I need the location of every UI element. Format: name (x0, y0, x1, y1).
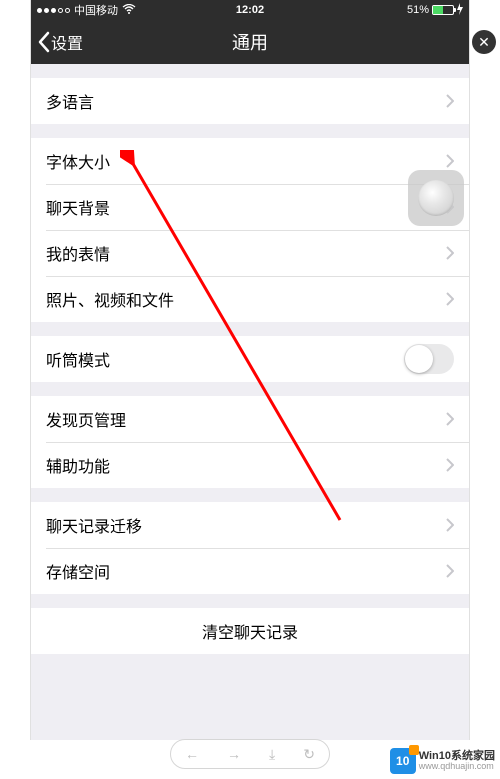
item-media[interactable]: 照片、视频和文件 (31, 276, 469, 322)
carrier-label: 中国移动 (74, 2, 118, 18)
watermark: 10 Win10系统家园 www.qdhuajin.com (390, 748, 495, 774)
item-label: 多语言 (46, 89, 446, 113)
wifi-icon (122, 4, 136, 17)
item-label: 辅助功能 (46, 453, 446, 477)
refresh-button[interactable]: ↻ (303, 746, 315, 763)
next-button[interactable]: → (227, 746, 241, 762)
page-title: 通用 (232, 29, 268, 55)
item-label: 发现页管理 (46, 407, 446, 431)
battery-icon (432, 5, 454, 15)
chevron-right-icon (446, 154, 454, 168)
nav-bar: 设置 通用 (31, 20, 469, 64)
item-chat-bg[interactable]: 聊天背景 (31, 184, 469, 230)
item-label: 字体大小 (46, 149, 446, 173)
close-button[interactable]: ✕ (472, 30, 496, 54)
item-label: 聊天背景 (46, 195, 446, 219)
item-label: 清空聊天记录 (202, 619, 298, 643)
item-earpiece: 听筒模式 (31, 336, 469, 382)
assistive-touch-button[interactable] (408, 170, 464, 226)
list-group-1: 字体大小 聊天背景 我的表情 照片、视频和文件 (31, 138, 469, 322)
item-label: 照片、视频和文件 (46, 287, 446, 311)
chevron-right-icon (446, 94, 454, 108)
chevron-right-icon (446, 292, 454, 306)
bottom-toolbar: ← → ⤓ ↻ (170, 739, 330, 769)
item-stickers[interactable]: 我的表情 (31, 230, 469, 276)
item-access[interactable]: 辅助功能 (31, 442, 469, 488)
item-label: 聊天记录迁移 (46, 513, 446, 537)
download-button[interactable]: ⤓ (269, 746, 275, 763)
list-group-5: 清空聊天记录 (31, 608, 469, 654)
clear-chat-button[interactable]: 清空聊天记录 (31, 608, 469, 654)
earpiece-toggle[interactable] (404, 344, 454, 374)
close-icon: ✕ (478, 34, 490, 51)
phone-screen: 中国移动 12:02 51% 设置 通用 多语言 字体大小 (30, 0, 470, 740)
status-bar: 中国移动 12:02 51% (31, 0, 469, 20)
list-group-2: 听筒模式 (31, 336, 469, 382)
item-label: 存储空间 (46, 559, 446, 583)
item-font-size[interactable]: 字体大小 (31, 138, 469, 184)
chevron-right-icon (446, 564, 454, 578)
item-label: 我的表情 (46, 241, 446, 265)
toggle-knob (405, 345, 433, 373)
battery-percent: 51% (407, 4, 429, 16)
chevron-right-icon (446, 518, 454, 532)
item-discover[interactable]: 发现页管理 (31, 396, 469, 442)
watermark-logo: 10 (390, 748, 416, 774)
item-multilang[interactable]: 多语言 (31, 78, 469, 124)
back-label: 设置 (51, 30, 83, 54)
assistive-touch-icon (418, 180, 454, 216)
list-group-3: 发现页管理 辅助功能 (31, 396, 469, 488)
chevron-right-icon (446, 458, 454, 472)
clock: 12:02 (236, 4, 264, 16)
back-button[interactable]: 设置 (37, 20, 83, 64)
item-migrate[interactable]: 聊天记录迁移 (31, 502, 469, 548)
bolt-icon (457, 3, 463, 18)
chevron-right-icon (446, 246, 454, 260)
list-group-4: 聊天记录迁移 存储空间 (31, 502, 469, 594)
item-label: 听筒模式 (46, 347, 404, 371)
prev-button[interactable]: ← (185, 746, 199, 762)
signal-icon (37, 8, 70, 13)
list-group-0: 多语言 (31, 78, 469, 124)
chevron-left-icon (37, 31, 51, 53)
item-storage[interactable]: 存储空间 (31, 548, 469, 594)
chevron-right-icon (446, 412, 454, 426)
watermark-url: www.qdhuajin.com (419, 762, 495, 772)
